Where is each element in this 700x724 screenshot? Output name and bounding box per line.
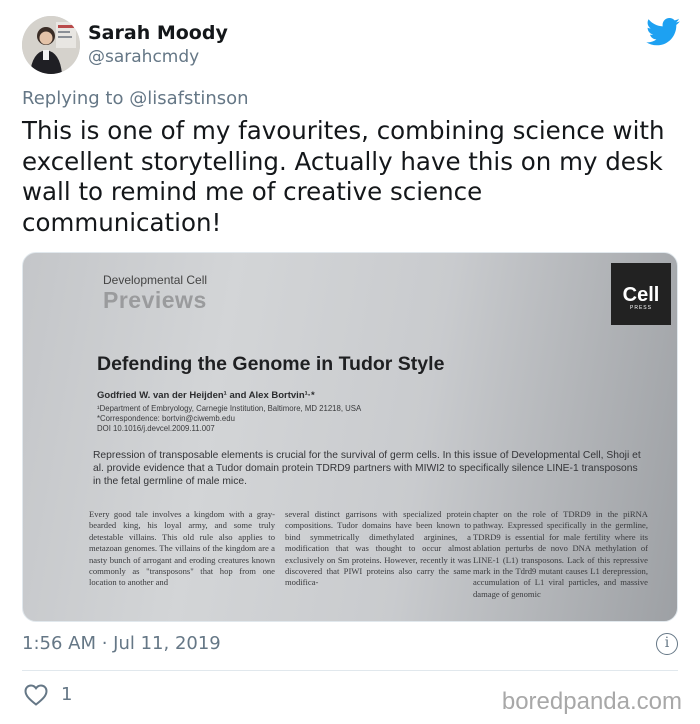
replying-to[interactable]: Replying to @lisafstinson <box>22 88 249 109</box>
divider <box>22 670 678 671</box>
paper-page: Developmental Cell Previews Cell PRESS D… <box>23 253 677 621</box>
logo-subtext: PRESS <box>630 305 652 311</box>
twitter-bird-icon[interactable] <box>646 18 680 46</box>
tweet-timestamp[interactable]: 1:56 AM · Jul 11, 2019 <box>22 633 221 654</box>
article-column-3: chapter on the role of TDRD9 in the piRN… <box>473 509 648 599</box>
article-title: Defending the Genome in Tudor Style <box>97 353 445 375</box>
logo-word: Cell <box>622 284 660 306</box>
tweet-text: This is one of my favourites, combining … <box>22 116 665 237</box>
cell-press-logo: Cell PRESS <box>611 263 671 325</box>
journal-name: Developmental Cell <box>103 273 208 287</box>
article-affiliation: ¹Department of Embryology, Carnegie Inst… <box>97 404 362 433</box>
article-authors: Godfried W. van der Heijden¹ and Alex Bo… <box>97 390 315 401</box>
article-abstract: Repression of transposable elements is c… <box>93 450 641 487</box>
heart-icon[interactable] <box>24 684 48 706</box>
tweet-header: Sarah Moody @sarahcmdy <box>22 16 682 78</box>
like-count: 1 <box>61 684 73 705</box>
article-column-2: several distinct garrisons with speciali… <box>285 509 471 588</box>
avatar[interactable] <box>22 16 80 74</box>
user-handle[interactable]: @sarahcmdy <box>88 47 199 67</box>
user-name[interactable]: Sarah Moody <box>88 22 228 44</box>
info-icon[interactable]: i <box>656 633 678 655</box>
watermark: boredpanda.com <box>501 688 682 715</box>
section-heading: Previews <box>103 287 207 313</box>
article-column-1: Every good tale involves a kingdom with … <box>89 509 275 588</box>
tweet-photo[interactable]: Developmental Cell Previews Cell PRESS D… <box>22 252 678 622</box>
avatar-photo <box>22 16 80 74</box>
